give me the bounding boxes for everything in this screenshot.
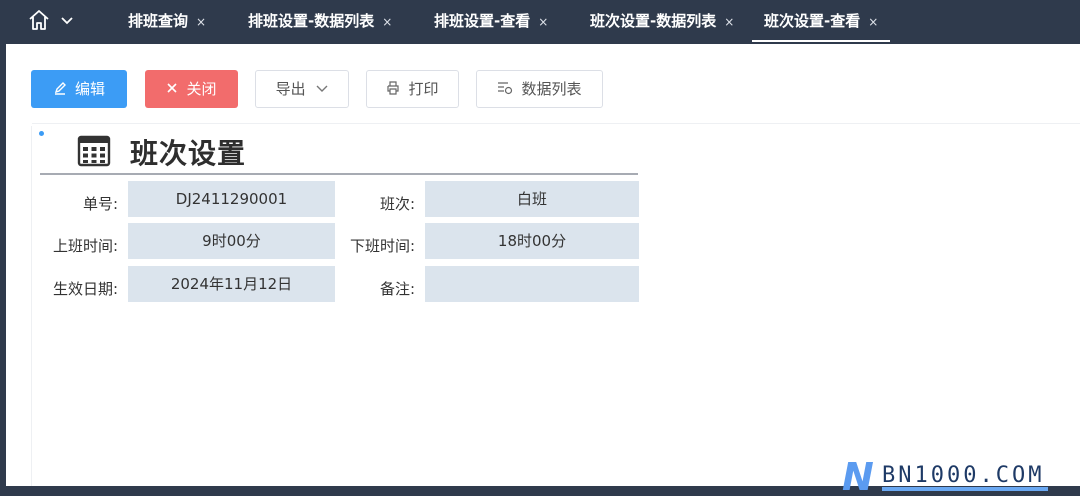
tab-close-icon[interactable]: ×: [538, 15, 548, 29]
remark-label: 备注:: [379, 280, 415, 298]
edit-icon: [54, 81, 66, 95]
end-time-label: 下班时间:: [349, 237, 415, 255]
title-underline: [40, 173, 638, 175]
shift-label: 班次:: [379, 195, 415, 213]
data-list-button[interactable]: 数据列表: [476, 70, 603, 108]
tab-close-icon[interactable]: ×: [196, 15, 206, 29]
number-value: DJ2411290001: [128, 181, 335, 217]
tab-label: 排班设置-数据列表: [248, 12, 375, 30]
end-time-value: 18时00分: [425, 223, 639, 259]
tab-close-icon[interactable]: ×: [868, 15, 878, 29]
tab-bar: 排班查询 × 排班设置-数据列表 × 排班设置-查看 × 班次设置-数据列表 × 班次设…: [0, 0, 1080, 44]
chevron-down-icon: [61, 17, 73, 25]
effective-date-label: 生效日期:: [52, 280, 118, 298]
tab-label: 班次设置-查看: [764, 12, 861, 30]
watermark-logo: N BN1000.COM: [842, 456, 1048, 496]
tab-shift-settings-view[interactable]: 班次设置-查看 ×: [752, 0, 891, 42]
list-icon: [498, 81, 513, 94]
edit-button[interactable]: 编辑: [31, 70, 127, 108]
home-icon: [29, 10, 49, 30]
tab-label: 排班设置-查看: [434, 12, 531, 30]
remark-value: [425, 266, 639, 302]
tab-schedule-settings-view[interactable]: 排班设置-查看 ×: [434, 0, 548, 44]
tab-shift-settings-list[interactable]: 班次设置-数据列表 ×: [590, 0, 734, 44]
tab-close-icon[interactable]: ×: [382, 15, 392, 29]
tab-label: 排班查询: [128, 12, 189, 30]
marker-dot: [39, 131, 44, 136]
start-time-value: 9时00分: [128, 223, 335, 259]
toolbar-divider: [32, 123, 1080, 124]
close-button[interactable]: 关闭: [145, 70, 238, 108]
number-label: 单号:: [82, 195, 118, 213]
form-title: 班次设置: [130, 137, 247, 170]
close-icon: [167, 82, 178, 93]
chevron-down-icon: [316, 85, 328, 92]
export-button-label: 导出: [275, 80, 306, 98]
data-list-button-label: 数据列表: [521, 80, 582, 98]
calendar-icon: [77, 135, 111, 167]
print-button[interactable]: 打印: [366, 70, 459, 108]
edit-button-label: 编辑: [74, 80, 105, 98]
form-left-border: [31, 126, 32, 486]
main-panel: 编辑 关闭 导出 打印 数据列表 班次设置 单号: DJ2411290001 班…: [6, 44, 1080, 496]
effective-date-value: 2024年11月12日: [128, 266, 335, 302]
close-button-label: 关闭: [186, 80, 217, 98]
tab-close-icon[interactable]: ×: [724, 15, 734, 29]
watermark-text: BN1000.COM: [882, 463, 1044, 488]
start-time-label: 上班时间:: [52, 237, 118, 255]
print-button-label: 打印: [408, 80, 439, 98]
tab-schedule-query[interactable]: 排班查询 ×: [128, 0, 206, 44]
tab-label: 班次设置-数据列表: [590, 12, 717, 30]
export-dropdown[interactable]: 导出: [255, 70, 349, 108]
tab-schedule-settings-list[interactable]: 排班设置-数据列表 ×: [248, 0, 392, 44]
printer-icon: [387, 80, 400, 95]
shift-value: 白班: [425, 181, 639, 217]
home-menu[interactable]: [28, 9, 76, 33]
watermark-letter: N: [842, 456, 874, 496]
